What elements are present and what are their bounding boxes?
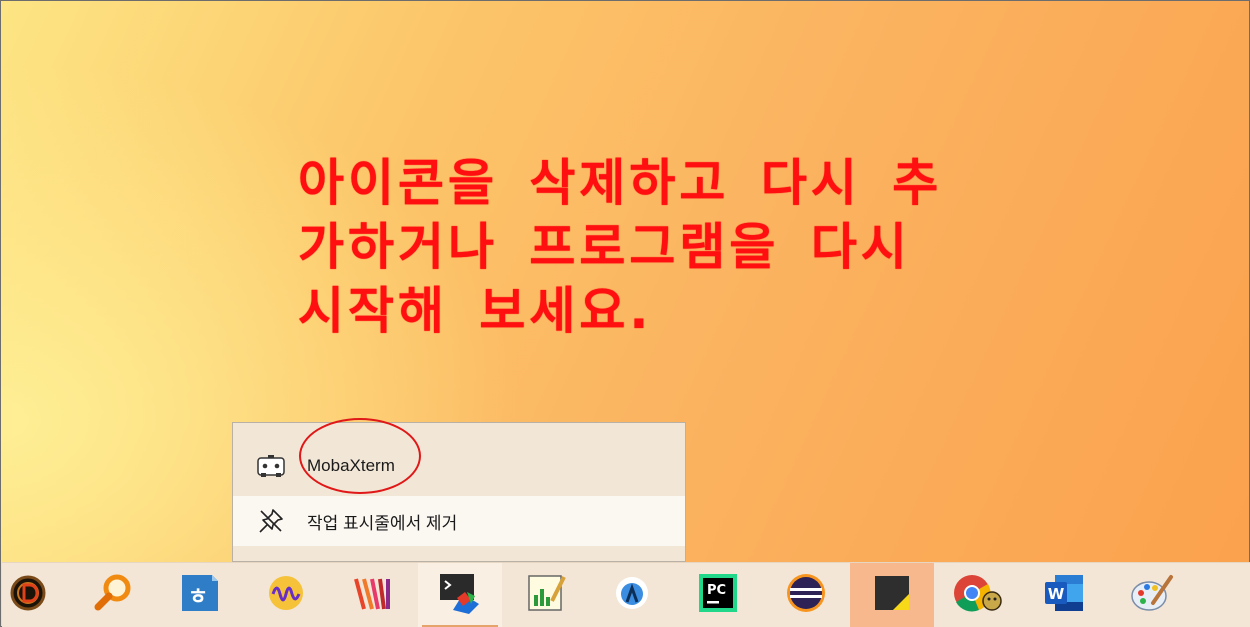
taskbar-button-android-studio[interactable] — [590, 563, 674, 627]
word-icon: W — [1041, 571, 1087, 619]
taskbar-button-stripes-app[interactable] — [330, 563, 414, 627]
taskbar-button-wave-app[interactable] — [244, 563, 328, 627]
taskbar-button-notepad-chart[interactable] — [504, 563, 588, 627]
taskbar-button-sticky-notes[interactable] — [850, 563, 934, 627]
taskbar-button-mobaxterm[interactable] — [418, 563, 502, 627]
pycharm-text: PC — [707, 583, 726, 598]
note-line-3: 시작해 보세요. — [298, 282, 653, 340]
sticky-notes-icon — [871, 572, 913, 618]
desktop-background: 아이콘을 삭제하고 다시 추 가하거나 프로그램을 다시 시작해 보세요. Mo… — [0, 0, 1250, 627]
instruction-note: 아이콘을 삭제하고 다시 추 가하거나 프로그램을 다시 시작해 보세요. — [298, 151, 1018, 343]
svg-text:ㅎ: ㅎ — [188, 585, 208, 610]
jumplist-app-label: MobaXterm — [307, 456, 395, 475]
paint-icon — [1129, 571, 1175, 619]
taskbar-button-diablo[interactable] — [0, 563, 70, 627]
diablo-icon — [8, 573, 48, 617]
chrome-icon — [952, 571, 1004, 619]
jumplist-item-mobaxterm[interactable]: MobaXterm — [233, 443, 685, 489]
unpin-icon — [255, 505, 287, 537]
wave-app-icon — [266, 573, 306, 617]
word-text: W — [1048, 585, 1065, 603]
note-line-1: 아이콘을 삭제하고 다시 추 — [298, 154, 943, 212]
mobaxterm-icon — [255, 450, 287, 482]
taskbar-button-hwp[interactable]: ㅎ — [158, 563, 242, 627]
unpin-label: 작업 표시줄에서 제거 — [307, 513, 458, 533]
note-line-2: 가하거나 프로그램을 다시 — [298, 218, 911, 276]
android-studio-icon — [612, 573, 652, 617]
taskbar-button-pycharm[interactable]: PC — [676, 563, 760, 627]
taskbar-button-paint[interactable] — [1110, 563, 1194, 627]
taskbar-jump-list: MobaXterm 작업 표시줄에서 제거 — [232, 422, 686, 562]
taskbar-button-eclipse[interactable] — [764, 563, 848, 627]
mobaxterm-taskbar-icon — [437, 570, 483, 620]
notepad-chart-icon — [524, 571, 568, 619]
search-app-icon — [92, 571, 136, 619]
taskbar-button-word[interactable]: W — [1022, 563, 1106, 627]
pycharm-icon: PC — [697, 572, 739, 618]
eclipse-icon — [784, 571, 828, 619]
taskbar-button-search-app[interactable] — [72, 563, 156, 627]
stripes-app-icon — [350, 571, 394, 619]
hwp-icon: ㅎ — [178, 571, 222, 619]
taskbar: ㅎ PC W — [2, 562, 1250, 627]
taskbar-button-chrome[interactable] — [936, 563, 1020, 627]
unpin-from-taskbar-item[interactable]: 작업 표시줄에서 제거 — [233, 496, 685, 546]
